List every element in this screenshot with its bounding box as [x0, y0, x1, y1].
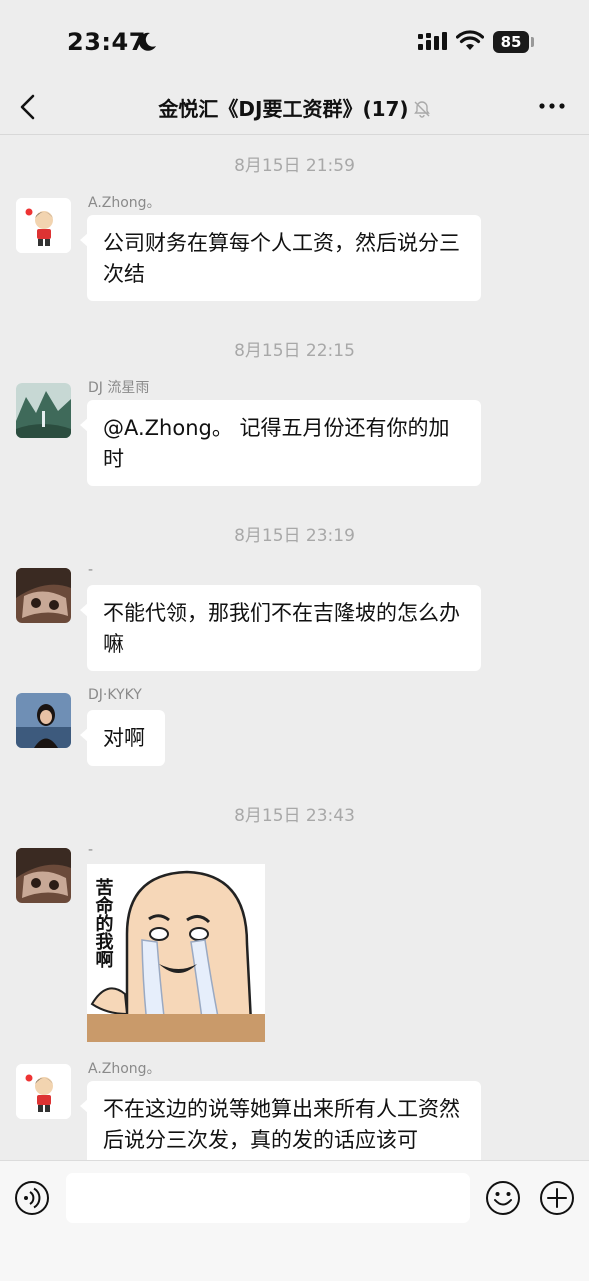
- cartoon-avatar-image: [16, 1064, 71, 1119]
- cartoon-avatar-image: [16, 198, 71, 253]
- plus-more-icon[interactable]: [539, 1180, 575, 1216]
- avatar-a-zhong[interactable]: [16, 198, 71, 253]
- chat-header: 金悦汇《DJ要工资群》(17): [0, 80, 589, 135]
- battery-tip: [531, 37, 534, 47]
- message-timestamp: 8月15日 21:59: [234, 156, 355, 176]
- sender-name: -: [88, 562, 94, 578]
- sender-name: DJ·KYKY: [88, 687, 142, 703]
- emoji-icon[interactable]: [485, 1180, 521, 1216]
- photo-avatar-image: [16, 848, 71, 903]
- chat-input-bar: [0, 1160, 589, 1281]
- message-bubble[interactable]: 对啊: [80, 710, 165, 766]
- chat-title: 金悦汇《DJ要工资群》(17): [0, 93, 589, 122]
- message-timestamp: 8月15日 22:15: [234, 341, 355, 361]
- status-bar: 23:47 85: [0, 0, 589, 80]
- message-timestamp: 8月15日 23:43: [234, 806, 355, 826]
- wifi-icon: [456, 30, 484, 50]
- svg-text:苦命的我啊: 苦命的我啊: [93, 877, 114, 969]
- message-timestamp: 8月15日 23:19: [234, 526, 355, 546]
- sender-name: A.Zhong。: [88, 1061, 161, 1077]
- sender-name: -: [88, 842, 94, 858]
- sender-name: DJ 流星雨: [88, 380, 150, 396]
- avatar-a-zhong[interactable]: [16, 1064, 71, 1119]
- message-bubble[interactable]: 公司财务在算每个人工资，然后说分三次结: [80, 215, 481, 301]
- message-bubble[interactable]: @A.Zhong。 记得五月份还有你的加时: [80, 400, 481, 486]
- landscape-avatar-image: [16, 383, 71, 438]
- chat-title-text: 金悦汇《DJ要工资群》(17): [158, 97, 409, 121]
- voice-input-icon[interactable]: [14, 1180, 50, 1216]
- avatar-dj-liuxingyu[interactable]: [16, 383, 71, 438]
- status-time: 23:47: [67, 28, 146, 56]
- mute-bell-icon: [413, 101, 430, 118]
- battery-indicator: 85: [493, 31, 529, 53]
- avatar-dash[interactable]: [16, 568, 71, 623]
- avatar-dj-kyky[interactable]: [16, 693, 71, 748]
- photo-avatar-image: [16, 568, 71, 623]
- message-input[interactable]: [66, 1173, 470, 1223]
- moon-icon: [139, 32, 156, 51]
- cellular-signal-icon: [418, 32, 447, 50]
- sticker-message[interactable]: 苦命的我啊: [87, 864, 265, 1042]
- more-options-icon[interactable]: [538, 94, 566, 118]
- sender-name: A.Zhong。: [88, 195, 161, 211]
- avatar-dash[interactable]: [16, 848, 71, 903]
- portrait-avatar-image: [16, 693, 71, 748]
- message-bubble[interactable]: 不能代领，那我们不在吉隆坡的怎么办嘛: [80, 585, 481, 671]
- crying-sticker-image: 苦命的我啊: [87, 864, 265, 1042]
